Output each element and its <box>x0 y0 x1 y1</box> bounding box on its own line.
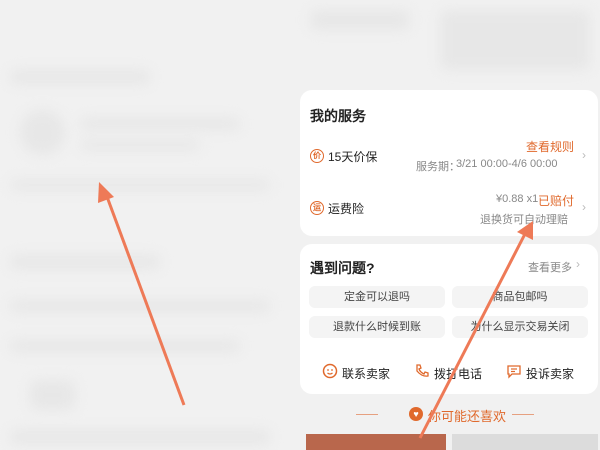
phone-icon <box>416 364 429 377</box>
service-period-label: 服务期： <box>416 161 460 173</box>
complaint-icon <box>507 365 521 379</box>
help-title: 遇到问题? <box>310 260 375 276</box>
question-free-shipping[interactable]: 商品包邮吗 <box>452 286 588 308</box>
product-thumbnail[interactable] <box>306 434 446 450</box>
services-card: 我的服务 价 15天价保 查看规则 服务期： 3/21 00:00-4/6 00… <box>300 90 598 236</box>
price-protect-icon: 价 <box>310 149 324 163</box>
divider-right <box>512 414 534 415</box>
chevron-right-icon: › <box>582 200 586 214</box>
view-rules-link[interactable]: 查看规则 <box>526 138 574 155</box>
blurred-background <box>0 0 290 450</box>
shipping-insurance-label: 运费险 <box>328 202 365 216</box>
heart-icon: ♥ <box>409 407 423 421</box>
divider-left <box>356 414 378 415</box>
service-period-value: 3/21 00:00-4/6 00:00 <box>456 158 558 170</box>
question-trade-closed[interactable]: 为什么显示交易关闭 <box>452 316 588 338</box>
product-thumbnail[interactable] <box>452 434 598 450</box>
question-refund-arrival[interactable]: 退款什么时候到账 <box>309 316 445 338</box>
recommend-title: 你可能还喜欢 <box>428 409 507 424</box>
blurred-header <box>300 0 600 80</box>
question-deposit-refund[interactable]: 定金可以退吗 <box>309 286 445 308</box>
contact-seller-button[interactable]: 联系卖家 <box>342 365 390 382</box>
price-protect-label: 15天价保 <box>328 150 378 164</box>
insurance-note: 退换货可自动理赔 <box>480 214 568 226</box>
contact-seller-icon <box>322 363 338 379</box>
call-button[interactable]: 拨打电话 <box>434 365 482 382</box>
services-title: 我的服务 <box>310 108 366 124</box>
chevron-right-icon: › <box>576 257 580 271</box>
complain-seller-button[interactable]: 投诉卖家 <box>526 365 574 382</box>
insurance-status: 已赔付 <box>538 194 575 208</box>
insurance-price: ¥0.88 x1 <box>496 193 539 205</box>
chevron-right-icon: › <box>582 148 586 162</box>
shipping-insurance-icon: 运 <box>310 201 324 215</box>
view-more-link[interactable]: 查看更多 <box>528 259 572 275</box>
